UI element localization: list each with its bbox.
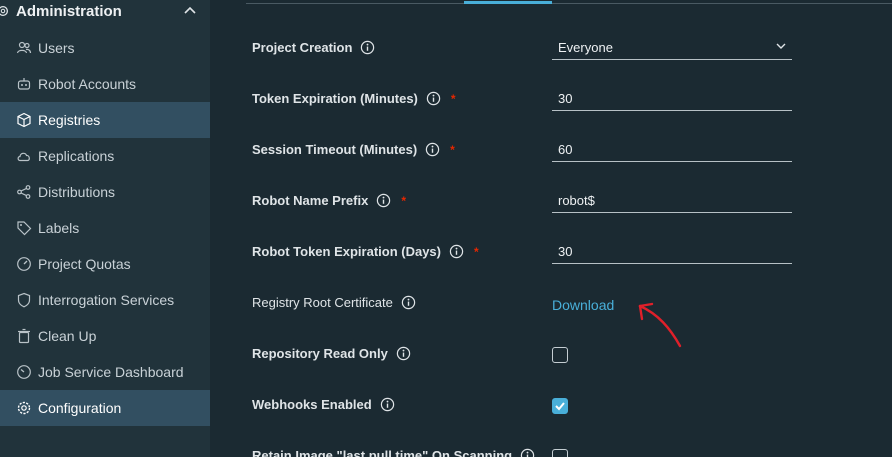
sidebar-item-replications[interactable]: Replications — [0, 138, 210, 174]
sidebar-item-label: Replications — [38, 148, 115, 164]
tag-icon — [17, 221, 32, 236]
sidebar-item-label: Configuration — [38, 400, 122, 416]
sidebar-item-labels[interactable]: Labels — [0, 210, 210, 246]
retain-pull-time-label: Retain Image "last pull time" On Scannin… — [252, 448, 535, 457]
sidebar-item-label: Distributions — [38, 184, 116, 200]
sidebar-item-robot-accounts[interactable]: Robot Accounts — [0, 66, 210, 102]
sidebar-item-label: Interrogation Services — [38, 292, 175, 308]
session-timeout-input[interactable]: 60 — [552, 138, 792, 162]
chevron-down-icon — [776, 43, 786, 49]
sidebar-item-label: Labels — [38, 220, 80, 236]
info-icon[interactable] — [360, 40, 375, 55]
sidebar-item-clean-up[interactable]: Clean Up — [0, 318, 210, 354]
sidebar-item-project-quotas[interactable]: Project Quotas — [0, 246, 210, 282]
token-expiration-label: Token Expiration (Minutes) * — [252, 91, 456, 106]
sidebar-item-label: Users — [38, 40, 75, 56]
gauge-icon — [17, 257, 31, 271]
robot-icon — [17, 78, 31, 90]
info-icon[interactable] — [376, 193, 391, 208]
required-marker: * — [474, 244, 479, 259]
sidebar-item-job-service-dashboard[interactable]: Job Service Dashboard — [0, 354, 210, 390]
webhooks-enabled-checkbox[interactable] — [552, 398, 568, 414]
info-icon[interactable] — [520, 448, 535, 457]
repository-read-only-label: Repository Read Only — [252, 346, 411, 361]
sidebar-item-label: Robot Accounts — [38, 76, 137, 92]
sidebar-item-configuration[interactable]: Configuration — [0, 390, 210, 426]
sidebar-item-label: Clean Up — [38, 328, 97, 344]
sidebar-item-label: Registries — [38, 112, 101, 128]
configuration-panel: Project Creation Everyone Token Expirati… — [210, 0, 892, 457]
session-timeout-label: Session Timeout (Minutes) * — [252, 142, 455, 157]
info-icon[interactable] — [396, 346, 411, 361]
project-creation-label: Project Creation — [252, 40, 375, 55]
cloud-icon — [17, 152, 30, 162]
annotation-arrow-icon — [638, 302, 682, 348]
shield-icon — [17, 292, 31, 308]
robot-token-expiration-label: Robot Token Expiration (Days) * — [252, 244, 479, 259]
info-icon[interactable] — [449, 244, 464, 259]
sidebar-item-label: Project Quotas — [38, 256, 131, 272]
repository-read-only-checkbox[interactable] — [552, 347, 568, 363]
administration-section-header[interactable]: Administration — [0, 0, 210, 24]
trash-icon — [18, 328, 30, 344]
sidebar-item-registries[interactable]: Registries — [0, 102, 210, 138]
sidebar-item-users[interactable]: Users — [0, 30, 210, 66]
retain-pull-time-checkbox[interactable] — [552, 449, 568, 457]
chevron-up-icon[interactable] — [182, 4, 198, 18]
robot-name-prefix-label: Robot Name Prefix * — [252, 193, 406, 208]
robot-token-expiration-input[interactable]: 30 — [552, 240, 792, 264]
webhooks-enabled-label: Webhooks Enabled — [252, 397, 395, 412]
gear-icon — [17, 401, 31, 415]
sidebar-item-label: Job Service Dashboard — [38, 364, 184, 380]
token-expiration-input[interactable]: 30 — [552, 87, 792, 111]
sidebar-item-interrogation-services[interactable]: Interrogation Services — [0, 282, 210, 318]
info-icon[interactable] — [426, 91, 441, 106]
sidebar-item-distributions[interactable]: Distributions — [0, 174, 210, 210]
share-icon — [17, 185, 31, 199]
gear-icon — [0, 5, 9, 17]
dashboard-icon — [17, 365, 31, 379]
robot-name-prefix-input[interactable]: robot$ — [552, 189, 792, 213]
checkmark-icon — [555, 402, 565, 411]
project-creation-select[interactable]: Everyone — [552, 36, 792, 60]
registry-root-certificate-label: Registry Root Certificate — [252, 295, 416, 310]
section-title: Administration — [16, 3, 122, 20]
sidebar: Administration Users Robot Accounts Regi… — [0, 0, 210, 457]
required-marker: * — [450, 142, 455, 157]
info-icon[interactable] — [380, 397, 395, 412]
info-icon[interactable] — [401, 295, 416, 310]
tab-bar-divider — [246, 3, 892, 4]
required-marker: * — [450, 91, 456, 106]
download-certificate-link[interactable]: Download — [552, 297, 614, 313]
cube-icon — [17, 112, 31, 128]
users-icon — [16, 41, 32, 54]
active-tab-indicator — [464, 1, 552, 4]
required-marker: * — [401, 193, 406, 208]
info-icon[interactable] — [425, 142, 440, 157]
